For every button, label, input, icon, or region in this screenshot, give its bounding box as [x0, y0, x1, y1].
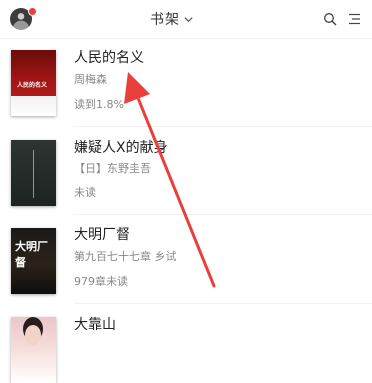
book-author: 周梅森 [74, 73, 107, 86]
reading-status: 未读 [74, 186, 96, 199]
book-cover[interactable]: 大明厂督 [11, 228, 56, 294]
reading-status: 979章未读 [74, 275, 128, 288]
book-title: 人民的名义 [74, 50, 144, 66]
menu-icon[interactable] [348, 13, 361, 25]
book-cover[interactable] [11, 140, 56, 206]
book-author: 【日】东野圭吾 [74, 162, 151, 175]
cover-decoration [33, 150, 34, 198]
notification-dot [28, 7, 37, 16]
divider [74, 214, 372, 215]
divider [74, 303, 372, 304]
book-title: 大靠山 [74, 317, 116, 333]
book-cover[interactable] [11, 317, 56, 383]
cover-title: 大明厂督 [15, 240, 48, 269]
search-icon[interactable] [323, 12, 337, 26]
reading-status: 读到1.8% [74, 98, 124, 111]
book-title: 嫌疑人X的献身 [74, 140, 168, 156]
top-bar: 书架 [0, 0, 372, 39]
divider [74, 126, 372, 127]
page-title: 书架 [150, 12, 180, 28]
cover-illustration [25, 325, 41, 345]
cover-title: 人民的名义 [17, 82, 48, 89]
chevron-down-icon [184, 16, 193, 22]
book-cover[interactable]: 人民的名义 [11, 50, 56, 116]
book-title: 大明厂督 [74, 227, 130, 243]
bookshelf-title-dropdown[interactable]: 书架 [150, 9, 194, 29]
book-latest-chapter: 第九百七十七章 乡试 [74, 250, 177, 263]
